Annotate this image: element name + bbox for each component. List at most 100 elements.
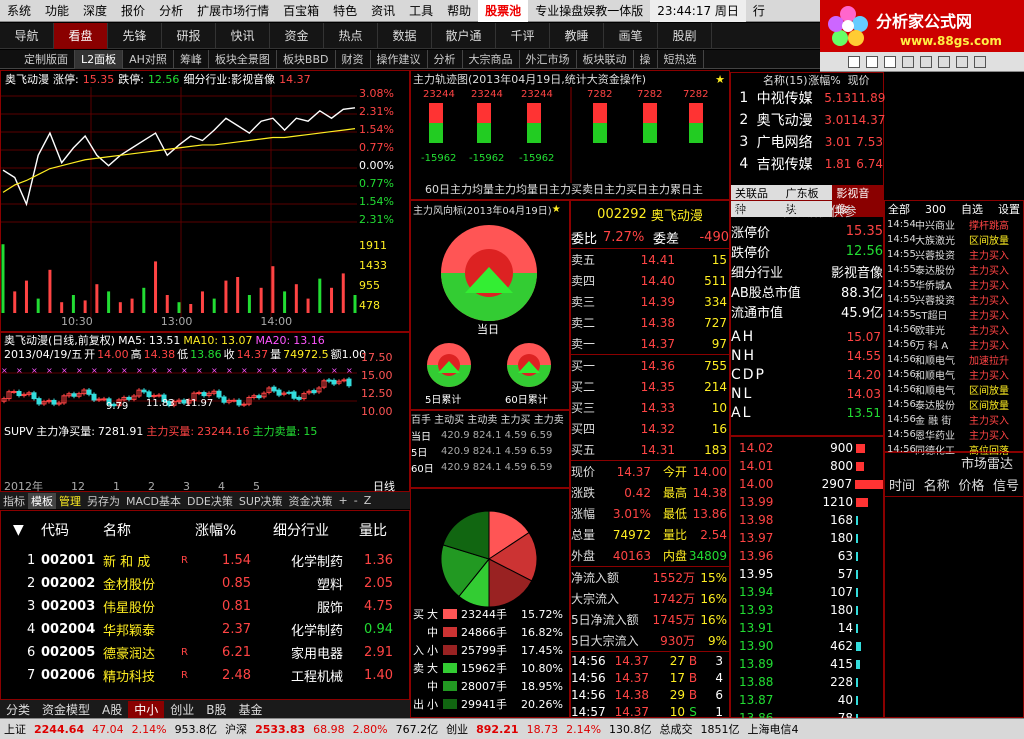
nav-capital[interactable]: 资金	[270, 22, 324, 49]
nav-hot[interactable]: 热点	[324, 22, 378, 49]
radar-col-time[interactable]: 时间	[889, 475, 915, 494]
bid-row[interactable]: 14.00 2907	[731, 475, 883, 493]
bid-row[interactable]: 14.02 900	[731, 439, 883, 457]
bid-row[interactable]: 13.94 107	[731, 583, 883, 601]
tab-advice[interactable]: 操作建议	[371, 49, 428, 69]
tab-finance[interactable]: 财资	[336, 49, 371, 69]
ob-buy-row[interactable]: 买五 14.31 183	[571, 439, 729, 460]
nav-research[interactable]: 研报	[162, 22, 216, 49]
nav-review[interactable]: 千评	[496, 22, 550, 49]
sector-col-pct[interactable]: 涨幅%	[808, 72, 847, 88]
list-tab-fund[interactable]: 基金	[233, 701, 269, 718]
sort-icon[interactable]: ▼	[1, 522, 41, 538]
tab-capital[interactable]: 资金决策	[286, 493, 336, 509]
radar-col-price[interactable]: 价格	[958, 475, 984, 494]
nav-retail[interactable]: 散户通	[432, 22, 496, 49]
stock-row[interactable]: 6 002005 德豪润达 R 6.21 家用电器 2.91	[1, 641, 409, 664]
tab-sector-all[interactable]: 板块全景图	[209, 49, 277, 69]
ob-buy-row[interactable]: 买四 14.32 16	[571, 418, 729, 439]
radar-col-signal[interactable]: 信号	[993, 475, 1019, 494]
signal-row[interactable]: 14:54 中兴商业 撑杆跳高	[885, 217, 1023, 232]
stock-row[interactable]: 7 002006 精功科技 R 2.48 工程机械 1.40	[1, 664, 409, 687]
z-button[interactable]: Z	[361, 494, 375, 507]
nav-flash[interactable]: 快讯	[216, 22, 270, 49]
kline-chart[interactable]: × × × × × × × × × × × × × × × × × × × × × × × ×	[1, 361, 357, 423]
tab-sector-bbd[interactable]: 板块BBD	[277, 49, 336, 69]
tab-l2[interactable]: L2面板	[75, 49, 124, 69]
bid-row[interactable]: 13.87 40	[731, 691, 883, 709]
minimize-icon[interactable]	[848, 55, 860, 68]
bid-row[interactable]: 13.99 1210	[731, 493, 883, 511]
ob-sell-row[interactable]: 卖二 14.38 727	[571, 312, 729, 333]
col-volratio[interactable]: 量比	[343, 520, 403, 540]
bid-row[interactable]: 13.93 180	[731, 601, 883, 619]
signal-row[interactable]: 14:56 万 科 A 主力买入	[885, 337, 1023, 352]
restore-icon[interactable]	[866, 55, 878, 68]
signal-row[interactable]: 14:56 金 融 街 主力买入	[885, 412, 1023, 427]
menu-help[interactable]: 帮助	[440, 0, 478, 22]
signal-row[interactable]: 14:55 兴蓉投资 主力买入	[885, 247, 1023, 262]
zoom-out-button[interactable]: -	[351, 494, 361, 507]
stock-row[interactable]: 2 002002 金材股份 0.85 塑料 2.05	[1, 572, 409, 595]
intraday-chart[interactable]	[1, 87, 357, 317]
list-tab-category[interactable]: 分类	[0, 701, 36, 718]
tab-short-hot[interactable]: 短热选	[658, 49, 704, 69]
nav-data[interactable]: 数据	[378, 22, 432, 49]
ob-sell-row[interactable]: 卖四 14.40 511	[571, 270, 729, 291]
tab-macd[interactable]: MACD基本	[123, 493, 184, 509]
nav-guide[interactable]: 导航	[0, 22, 54, 49]
tab-sector-link[interactable]: 板块联动	[577, 49, 634, 69]
tab-manage[interactable]: 管理	[56, 493, 84, 509]
stock-row[interactable]: 1 002001 新 和 成 R 1.54 化学制药 1.36	[1, 549, 409, 572]
tab-save-as[interactable]: 另存为	[84, 493, 123, 509]
signal-row[interactable]: 14:56 泰达股份 区间放量	[885, 397, 1023, 412]
sector-row[interactable]: 3 广电网络 3.01 7.53	[731, 131, 883, 153]
signal-row[interactable]: 14:56 恩华药业 主力买入	[885, 427, 1023, 442]
tab-indicator[interactable]: 指标	[0, 493, 28, 509]
ob-sell-row[interactable]: 卖三 14.39 334	[571, 291, 729, 312]
bid-row[interactable]: 13.89 415	[731, 655, 883, 673]
nav-drama[interactable]: 股剧	[658, 22, 712, 49]
tab-template[interactable]: 模板	[28, 492, 56, 509]
menu-function[interactable]: 功能	[38, 0, 76, 22]
list-tab-sme[interactable]: 中小	[128, 700, 165, 718]
close-icon[interactable]	[884, 55, 896, 68]
grid-icon[interactable]	[920, 55, 932, 68]
list-tab-b[interactable]: B股	[200, 701, 232, 718]
tab-custom[interactable]: 定制版面	[0, 49, 75, 69]
signal-row[interactable]: 14:55 华侨城A 主力买入	[885, 277, 1023, 292]
sector-col-price[interactable]: 现价	[848, 72, 883, 88]
signal-row[interactable]: 14:56 和顺电气 加速拉升	[885, 352, 1023, 367]
signal-row[interactable]: 14:56 和顺电气 区间放量	[885, 382, 1023, 397]
bid-row[interactable]: 13.98 168	[731, 511, 883, 529]
tab-dde[interactable]: DDE决策	[184, 493, 236, 509]
col-code[interactable]: 代码	[41, 520, 103, 540]
nav-pioneer[interactable]: 先锋	[108, 22, 162, 49]
ob-sell-row[interactable]: 卖五 14.41 15	[571, 249, 729, 270]
sector-row[interactable]: 1 中视传媒 5.13 11.89	[731, 87, 885, 109]
radar-col-name[interactable]: 名称	[924, 475, 950, 494]
col-pct[interactable]: 涨幅%	[195, 520, 259, 540]
bid-row[interactable]: 14.01 800	[731, 457, 883, 475]
signal-tab-300[interactable]: 300	[925, 203, 946, 216]
zoom-in-button[interactable]: +	[336, 494, 351, 507]
menu-quote[interactable]: 报价	[114, 0, 152, 22]
bid-row[interactable]: 13.95 57	[731, 565, 883, 583]
signal-tab-self[interactable]: 自选	[961, 201, 983, 217]
stock-row[interactable]: 3 002003 伟星股份 0.81 服饰 4.75	[1, 595, 409, 618]
menu-treasure[interactable]: 百宝箱	[276, 0, 326, 22]
signal-row[interactable]: 14:55 泰达股份 主力买入	[885, 262, 1023, 277]
ob-buy-row[interactable]: 买一 14.36 755	[571, 355, 729, 376]
star-icon[interactable]: ★	[715, 73, 729, 86]
sector-col-name[interactable]: 名称(15)	[731, 72, 808, 88]
ob-sell-row[interactable]: 卖一 14.37 97	[571, 333, 729, 354]
bid-row[interactable]: 13.97 180	[731, 529, 883, 547]
ob-buy-row[interactable]: 买二 14.35 214	[571, 376, 729, 397]
col-industry[interactable]: 细分行业	[259, 520, 343, 540]
list-tab-model[interactable]: 资金模型	[36, 701, 96, 718]
print-icon[interactable]	[956, 55, 968, 68]
col-name[interactable]: 名称	[103, 520, 195, 540]
signal-row[interactable]: 14:54 大族激光 区间放量	[885, 232, 1023, 247]
nav-brush[interactable]: 画笔	[604, 22, 658, 49]
signal-row[interactable]: 14:55 兴蓉投资 主力买入	[885, 292, 1023, 307]
